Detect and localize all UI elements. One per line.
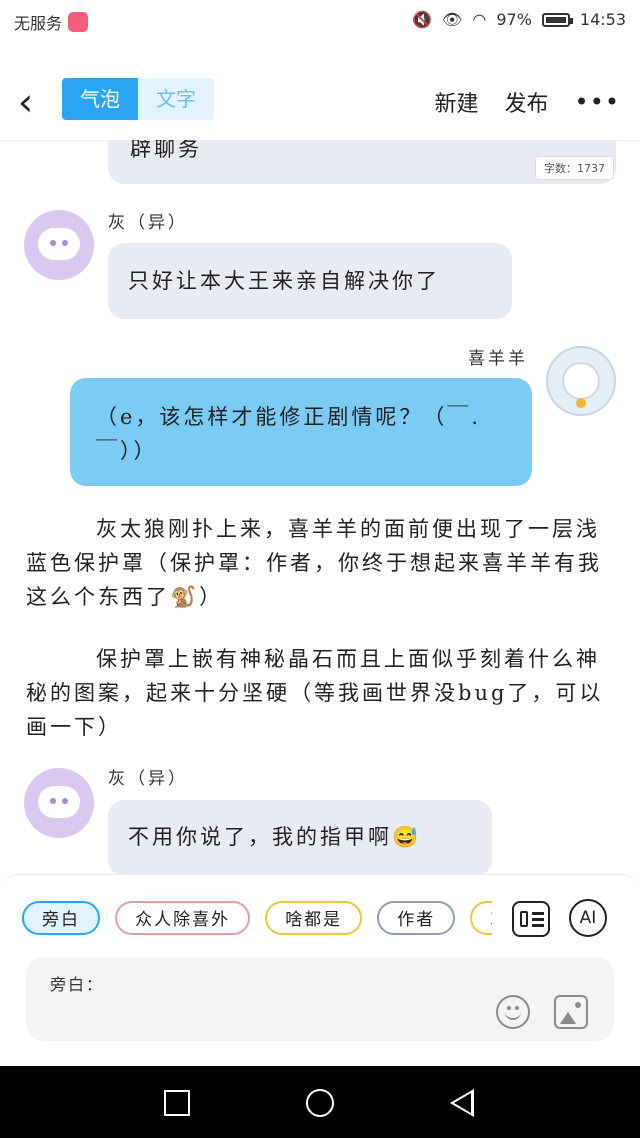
- eye-icon: 👁: [442, 10, 463, 29]
- more-icon[interactable]: •••: [575, 88, 620, 116]
- role-chip[interactable]: 众人除喜外: [115, 901, 251, 935]
- avatar[interactable]: [24, 210, 94, 280]
- avatar[interactable]: [24, 768, 94, 838]
- chat-area[interactable]: 辟聊务 字数：1737 灰（异） 只好让本大王来亲自解决你了 喜羊羊 （e，该怎…: [0, 140, 640, 875]
- recents-icon[interactable]: [164, 1090, 190, 1116]
- role-chip[interactable]: 啥都是: [265, 901, 363, 935]
- sender-name: 灰（异）: [108, 213, 188, 233]
- composer-panel: 旁白 众人除喜外 啥都是 作者 灰 AI 旁白：: [0, 874, 640, 1067]
- status-bar: 无服务 🔇 👁 ◠ 97% 14:53: [0, 0, 640, 44]
- role-chip-narrator[interactable]: 旁白: [22, 901, 100, 935]
- new-button[interactable]: 新建: [435, 86, 479, 118]
- role-chips: 旁白 众人除喜外 啥都是 作者 灰: [22, 901, 492, 941]
- role-list-icon[interactable]: [512, 901, 550, 937]
- status-left: 无服务: [14, 10, 89, 34]
- publish-button[interactable]: 发布: [505, 86, 549, 118]
- chat-bubble[interactable]: 不用你说了，我的指甲啊😅: [108, 800, 492, 875]
- bubble-text: 不用你说了，我的指甲啊😅: [128, 825, 422, 849]
- system-nav-bar: [0, 1066, 640, 1138]
- narration-text[interactable]: 灰太狼刚扑上来，喜羊羊的面前便出现了一层浅蓝色保护罩（保护罩：作者，你终于想起来…: [26, 512, 616, 614]
- chat-bubble[interactable]: 只好让本大王来亲自解决你了: [108, 243, 512, 319]
- sender-name: 喜羊羊: [468, 349, 528, 369]
- bubble-text: 辟聊务: [130, 140, 202, 161]
- tab-bubble[interactable]: 气泡: [62, 78, 138, 120]
- clock: 14:53: [579, 10, 626, 29]
- battery-percent: 97%: [496, 10, 532, 29]
- back-arrow-icon[interactable]: ‹: [18, 82, 48, 122]
- bubble-text: （e，该怎样才能修正剧情呢？（￣.￣））: [96, 405, 482, 463]
- chat-bubble[interactable]: （e，该怎样才能修正剧情呢？（￣.￣））: [70, 378, 532, 486]
- narration-text[interactable]: 保护罩上嵌有神秘晶石而且上面似乎刻着什么神秘的图案，起来十分坚硬（等我画世界没b…: [26, 642, 616, 744]
- battery-icon: [541, 12, 573, 27]
- ai-button[interactable]: AI: [569, 899, 607, 937]
- bubble-text: 只好让本大王来亲自解决你了: [128, 269, 440, 293]
- top-bar: ‹ 气泡 文字 新建 发布 •••: [0, 60, 640, 141]
- sender-name: 灰（异）: [108, 769, 188, 789]
- carrier-text: 无服务: [14, 14, 63, 33]
- tab-text[interactable]: 文字: [138, 78, 214, 120]
- mode-tabs: 气泡 文字: [62, 78, 214, 120]
- message-input[interactable]: 旁白：: [26, 957, 614, 1041]
- mute-icon: 🔇: [412, 10, 433, 29]
- word-count-badge: 字数：1737: [535, 156, 614, 180]
- status-right: 🔇 👁 ◠ 97% 14:53: [412, 10, 626, 29]
- image-icon[interactable]: [554, 995, 588, 1029]
- avatar[interactable]: [546, 346, 616, 416]
- home-icon[interactable]: [306, 1089, 334, 1117]
- input-speaker-label: 旁白：: [50, 975, 105, 994]
- role-chip[interactable]: 作者: [377, 901, 456, 935]
- role-chip[interactable]: 灰: [470, 901, 492, 935]
- wifi-icon: ◠: [472, 10, 487, 29]
- emoji-icon[interactable]: [496, 995, 530, 1029]
- top-actions: 新建 发布 •••: [435, 86, 621, 118]
- app-badge-icon: [68, 12, 89, 32]
